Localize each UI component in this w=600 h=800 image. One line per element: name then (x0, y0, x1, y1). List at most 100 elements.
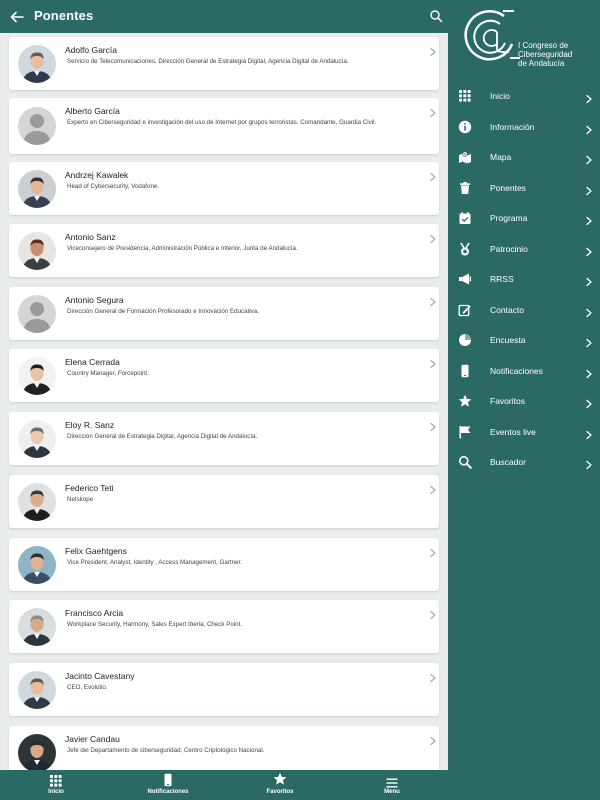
speaker-name: Javier Candau (65, 734, 120, 744)
speaker-card[interactable]: Jacinto Cavestany CEO, Evolutio. (9, 663, 439, 716)
speaker-card[interactable]: Andrzej Kawalek Head of Cybersecurity, Vo… (9, 162, 439, 215)
menu-item-inicio[interactable]: Inicio (448, 81, 600, 111)
menu-item-notificaciones[interactable]: Notificaciones (448, 356, 600, 386)
hamburger-icon (385, 776, 399, 790)
phone-icon (458, 364, 472, 378)
megaphone-icon (458, 272, 472, 286)
speakers-pane: Ponentes Adolfo García Servicio de Teleco… (0, 0, 448, 800)
chevron-right-icon (585, 213, 593, 226)
logo-line-3: de Andalucía (518, 59, 565, 68)
menu-item-información[interactable]: Información (448, 112, 600, 142)
logo-line-2: Ciberseguridad (518, 50, 573, 59)
avatar (18, 734, 56, 770)
speaker-card[interactable]: Adolfo García Servicio de Telecomunicacio… (9, 37, 439, 90)
nav-menu-tab[interactable]: Menu (336, 770, 448, 800)
avatar (18, 170, 56, 208)
star-icon (458, 394, 472, 408)
search-icon (458, 455, 472, 469)
menu-item-label: Ponentes (490, 182, 526, 193)
avatar-placeholder (18, 295, 56, 333)
speaker-description: Workplace Security, Harmony, Sales Exper… (67, 621, 243, 628)
side-menu: I Congreso de Ciberseguridad de Andalucí… (448, 0, 600, 800)
speaker-description: Netskope (67, 496, 94, 503)
chevron-right-icon (585, 335, 593, 348)
menu-item-contacto[interactable]: Contacto (448, 295, 600, 325)
speaker-description: CEO, Evolutio. (67, 684, 108, 691)
bottom-nav: Inicio Notificaciones Favoritos Menu (0, 770, 448, 800)
chevron-right-icon (429, 482, 437, 495)
chevron-right-icon (585, 457, 593, 470)
speaker-name: Eloy R. Sanz (65, 420, 115, 430)
nav-label: Menu (384, 789, 400, 795)
chevron-right-icon (585, 244, 593, 256)
speaker-card[interactable]: Javier Candau Jefe del Departamento de ci… (9, 726, 439, 770)
chevron-right-icon (585, 183, 593, 195)
chevron-right-icon (429, 419, 437, 432)
chevron-right-icon (429, 105, 437, 118)
chevron-right-icon (429, 607, 437, 620)
speaker-card[interactable]: Antonio Sanz Viceconsejero de Presidencia… (9, 224, 439, 277)
menu-item-favoritos[interactable]: Favoritos (448, 386, 600, 416)
chevron-right-icon (585, 152, 593, 165)
chevron-right-icon (585, 427, 593, 439)
avatar (18, 357, 56, 395)
speaker-card[interactable]: Elena Cerrada Country Manager, Forcepoint… (9, 349, 439, 402)
speaker-card[interactable]: Antonio Segura Dirección General de Forma… (9, 287, 439, 340)
speaker-card[interactable]: Alberto García Experto en Ciberseguridad … (9, 98, 439, 154)
speaker-description: Servicio de Telecomunicaciones, Direcció… (67, 58, 349, 65)
speaker-name: Felix Gaehtgens (65, 546, 127, 556)
nav-inicio-tab[interactable]: Inicio (0, 770, 112, 800)
speaker-name: Andrzej Kawalek (65, 170, 129, 180)
menu-item-mapa[interactable]: Mapa (448, 142, 600, 172)
avatar (18, 45, 56, 83)
speaker-description: Experto en Ciberseguridad e investigació… (67, 119, 377, 126)
star-icon (273, 772, 287, 786)
menu-item-ponentes[interactable]: Ponentes (448, 173, 600, 203)
back-arrow-icon[interactable] (8, 8, 26, 26)
menu-item-encuesta[interactable]: Encuesta (448, 325, 600, 355)
speaker-name: Francisco Arcia (65, 608, 124, 618)
avatar (18, 483, 56, 521)
menu-item-programa[interactable]: Programa (448, 203, 600, 233)
chevron-right-icon (429, 44, 437, 57)
speaker-card[interactable]: Francisco Arcia Workplace Security, Harmo… (9, 600, 439, 653)
menu-item-rrss[interactable]: RRSS (448, 264, 600, 294)
flag-icon (458, 425, 472, 439)
nav-label: Inicio (48, 789, 64, 795)
search-icon[interactable] (429, 9, 443, 23)
speaker-name: Alberto García (65, 106, 120, 116)
nav-favoritos-tab[interactable]: Favoritos (224, 770, 336, 800)
grid-icon (458, 89, 472, 103)
speaker-card[interactable]: Federico Teti Netskope (9, 475, 439, 528)
speaker-description: Head of Cybersecurity, Vodafone. (67, 183, 160, 190)
avatar (18, 608, 56, 646)
nav-label: Favoritos (266, 789, 294, 795)
avatar (18, 546, 56, 584)
trash-icon (458, 181, 472, 195)
menu-item-label: Información (490, 121, 535, 132)
logo-line-1: I Congreso de (518, 41, 569, 50)
congress-logo: I Congreso de Ciberseguridad de Andalucí… (464, 8, 596, 78)
map-icon (458, 150, 472, 164)
menu-item-label: Patrocinio (490, 243, 528, 254)
menu-item-buscador[interactable]: Buscador (448, 447, 600, 477)
speaker-name: Antonio Segura (65, 295, 124, 305)
menu-item-label: Notificaciones (490, 365, 543, 376)
nav-notificaciones-tab[interactable]: Notificaciones (112, 770, 224, 800)
menu-item-label: Mapa (490, 152, 512, 162)
page-title: Ponentes (34, 8, 94, 23)
menu-item-label: Favoritos (490, 396, 525, 406)
menu-item-eventos-live[interactable]: Eventos live (448, 417, 600, 447)
info-icon (458, 120, 472, 134)
menu-item-label: Buscador (490, 457, 526, 467)
speaker-description: Viceconsejero de Presidencia, Administra… (67, 245, 298, 252)
menu-item-label: Inicio (490, 91, 510, 101)
avatar-placeholder (18, 107, 56, 145)
speaker-card[interactable]: Felix Gaehtgens Vice President, Analyst, … (9, 538, 439, 591)
menu-item-label: RRSS (490, 274, 514, 284)
speaker-name: Antonio Sanz (65, 232, 116, 242)
speaker-card[interactable]: Eloy R. Sanz Dirección General de Estrate… (9, 412, 439, 465)
avatar (18, 420, 56, 458)
menu-item-label: Encuesta (490, 335, 526, 345)
menu-item-patrocinio[interactable]: Patrocinio (448, 234, 600, 264)
